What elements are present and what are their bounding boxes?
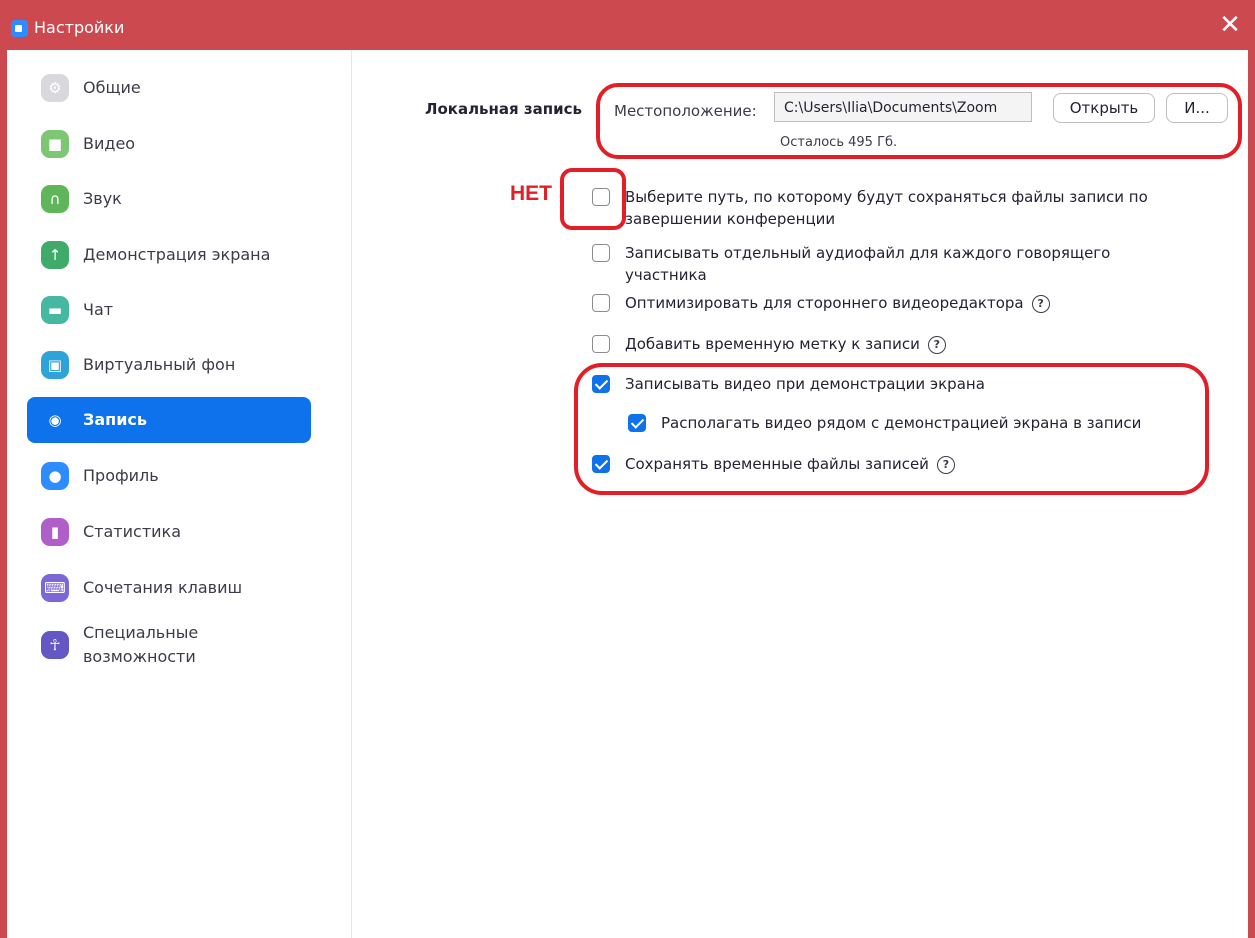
sidebar-item-profile[interactable]: ● Профиль xyxy=(27,453,311,499)
annotation-no-label: НЕТ xyxy=(510,182,552,205)
window-title: Настройки xyxy=(34,18,125,37)
close-button[interactable]: ✕ xyxy=(1219,12,1241,38)
option-label: Выберите путь, по которому будут сохраня… xyxy=(625,188,1148,228)
headphones-icon: ∩ xyxy=(41,185,69,213)
checkbox[interactable] xyxy=(592,244,610,262)
record-icon: ◉ xyxy=(48,411,62,429)
window-border-left xyxy=(0,50,7,938)
sidebar-item-chat[interactable]: ▬ Чат xyxy=(27,287,311,333)
sidebar-item-label: Виртуальный фон xyxy=(83,355,236,374)
option-label: Записывать видео при демонстрации экрана xyxy=(625,375,985,393)
sidebar-item-label: Видео xyxy=(83,134,136,153)
option-label: Добавить временную метку к записи? xyxy=(625,333,946,355)
sidebar-item-recording[interactable]: ◉ Запись xyxy=(27,397,311,443)
option-label: Оптимизировать для стороннего видеоредак… xyxy=(625,292,1050,314)
checkbox[interactable] xyxy=(592,335,610,353)
checkbox[interactable] xyxy=(592,294,610,312)
statistics-icon: ▮ xyxy=(41,518,69,546)
help-icon[interactable]: ? xyxy=(936,456,955,474)
sidebar-item-label: Звук xyxy=(83,189,122,208)
sidebar-item-label: Специальные возможности xyxy=(83,623,199,666)
sidebar-item-label: Сочетания клавиш xyxy=(83,578,243,597)
sidebar-item-label: Общие xyxy=(83,78,141,97)
sidebar-item-virtual-background[interactable]: ▣ Виртуальный фон xyxy=(27,342,311,388)
gear-icon: ⚙ xyxy=(41,74,69,102)
window-border-right xyxy=(1248,50,1255,938)
checkbox-checked[interactable] xyxy=(628,414,646,432)
free-space-text: Осталось 495 Гб. xyxy=(780,135,898,150)
sidebar-item-statistics[interactable]: ▮ Статистика xyxy=(27,509,311,555)
help-icon[interactable]: ? xyxy=(927,336,946,354)
profile-icon: ● xyxy=(41,462,69,490)
share-screen-icon: ↑ xyxy=(41,241,69,269)
zoom-app-icon xyxy=(11,20,28,37)
sidebar-item-keyboard-shortcuts[interactable]: ⌨ Сочетания клавиш xyxy=(27,565,311,611)
sidebar-item-label: Профиль xyxy=(83,466,159,485)
sidebar-item-audio[interactable]: ∩ Звук xyxy=(27,176,311,222)
title-bar: Настройки ✕ xyxy=(0,0,1255,50)
sidebar-item-label: Чат xyxy=(83,300,114,319)
recording-settings-panel: Локальная запись Местоположение: C:\User… xyxy=(352,50,1248,938)
chat-bubble-icon: ▬ xyxy=(41,296,69,324)
local-recording-label: Локальная запись xyxy=(425,100,582,118)
person-background-icon: ▣ xyxy=(41,351,69,379)
sidebar-item-label: Статистика xyxy=(83,522,181,541)
video-camera-icon: ■ xyxy=(41,130,69,158)
recording-path-field[interactable]: C:\Users\Ilia\Documents\Zoom xyxy=(774,92,1032,122)
keyboard-icon: ⌨ xyxy=(41,574,69,602)
sidebar-item-share-screen[interactable]: ↑ Демонстрация экрана xyxy=(27,232,311,278)
open-folder-button[interactable]: Открыть xyxy=(1053,93,1155,123)
help-icon[interactable]: ? xyxy=(1031,295,1050,313)
checkbox-checked[interactable] xyxy=(592,375,610,393)
sidebar-item-video[interactable]: ■ Видео xyxy=(27,121,311,167)
option-label: Сохранять временные файлы записей? xyxy=(625,453,955,475)
sidebar-item-general[interactable]: ⚙ Общие xyxy=(27,65,311,111)
checkbox[interactable] xyxy=(592,188,610,206)
sidebar-item-accessibility[interactable]: ☥ Специальные возможности xyxy=(27,614,311,676)
change-folder-button[interactable]: И... xyxy=(1166,93,1228,123)
sidebar-item-label: Запись xyxy=(83,410,148,429)
option-label: Записывать отдельный аудиофайл для каждо… xyxy=(625,244,1111,284)
accessibility-icon: ☥ xyxy=(41,631,69,659)
settings-sidebar: ⚙ Общие ■ Видео ∩ Звук ↑ Демонстрация эк… xyxy=(7,50,352,938)
location-label: Местоположение: xyxy=(614,102,757,120)
option-label: Располагать видео рядом с демонстрацией … xyxy=(661,414,1142,432)
sidebar-item-label: Демонстрация экрана xyxy=(83,245,271,264)
checkbox-checked[interactable] xyxy=(592,455,610,473)
